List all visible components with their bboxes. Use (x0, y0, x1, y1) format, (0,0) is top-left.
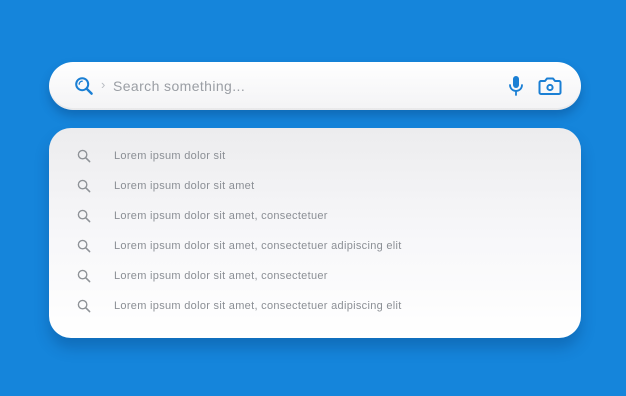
suggestion-item[interactable]: Lorem ipsum dolor sit amet, consectetuer (49, 203, 581, 229)
search-icon (77, 209, 91, 223)
suggestion-label: Lorem ipsum dolor sit (114, 150, 226, 162)
suggestion-item[interactable]: Lorem ipsum dolor sit amet (49, 173, 581, 199)
search-input[interactable] (113, 74, 473, 98)
search-bar[interactable]: › (49, 62, 581, 110)
chevron-right-icon: › (101, 77, 106, 92)
search-icon (77, 179, 91, 193)
suggestion-label: Lorem ipsum dolor sit amet, consectetuer… (114, 240, 402, 252)
search-icon (77, 299, 91, 313)
suggestion-label: Lorem ipsum dolor sit amet, consectetuer (114, 210, 328, 222)
search-icon (77, 149, 91, 163)
suggestion-item[interactable]: Lorem ipsum dolor sit amet, consectetuer (49, 263, 581, 289)
suggestion-item[interactable]: Lorem ipsum dolor sit (49, 143, 581, 169)
suggestion-item[interactable]: Lorem ipsum dolor sit amet, consectetuer… (49, 233, 581, 259)
suggestion-label: Lorem ipsum dolor sit amet, consectetuer… (114, 300, 402, 312)
microphone-icon[interactable] (507, 75, 525, 97)
search-icon (77, 239, 91, 253)
suggestions-dropdown: Lorem ipsum dolor sit Lorem ipsum dolor … (49, 128, 581, 338)
suggestion-label: Lorem ipsum dolor sit amet, consectetuer (114, 270, 328, 282)
search-icon (77, 269, 91, 283)
camera-icon[interactable] (538, 76, 562, 96)
suggestion-item[interactable]: Lorem ipsum dolor sit amet, consectetuer… (49, 293, 581, 319)
suggestion-label: Lorem ipsum dolor sit amet (114, 180, 255, 192)
search-icon[interactable] (74, 76, 94, 96)
